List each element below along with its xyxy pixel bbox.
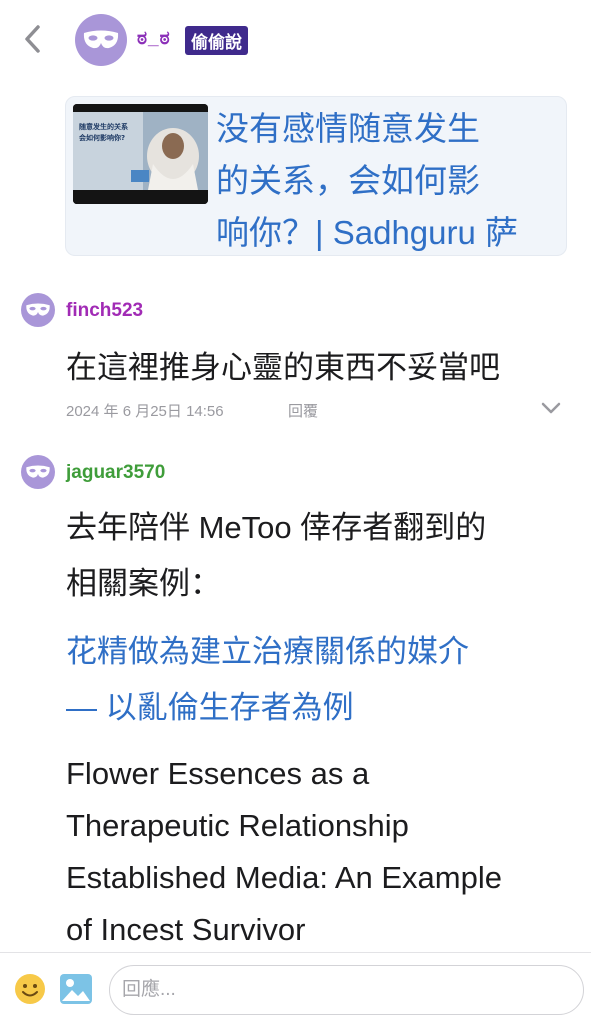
link-title-line: 没有感情随意发生 [216,110,480,147]
comment-avatar[interactable] [21,293,55,327]
image-icon [60,974,92,1004]
svg-text:随意发生的关系: 随意发生的关系 [79,122,128,131]
image-upload-button[interactable] [59,973,93,1005]
reply-bar [0,952,591,1024]
comment-avatar[interactable] [21,455,55,489]
english-line: of Incest Survivor [66,912,306,947]
comment-text-line: 去年陪伴 MeToo 倖存者翻到的 [66,510,487,545]
video-thumbnail: 随意发生的关系 会如何影响你? [73,104,208,204]
article-link-line: — 以亂倫生存者為例 [66,690,354,725]
reply-button[interactable]: 回覆 [288,400,318,421]
comment-date: 2024 年 6 月25日 14:56 [66,403,224,420]
comment-options-button[interactable] [540,398,562,418]
post-header: ಠ_ಠ 偷偷說 [0,0,591,80]
comment-text: 在這裡推身心靈的東西不妥當吧 [66,350,500,385]
comment-username[interactable]: jaguar3570 [66,462,165,484]
chevron-down-icon [541,402,561,414]
back-arrow-icon [25,25,40,53]
author-name[interactable]: ಠ_ಠ [137,28,171,50]
link-preview-card[interactable]: 随意发生的关系 会如何影响你? 没有感情随意发生 的关系，会如何影 响你？| S… [65,96,567,256]
comment-username[interactable]: finch523 [66,300,143,322]
emoji-icon [15,974,45,1004]
mask-icon [26,465,50,478]
reply-input[interactable] [109,965,584,1015]
article-link-line: 花精做為建立治療關係的媒介 [66,634,469,669]
link-title-line: 响你？| Sadhguru 萨 [216,214,519,251]
link-title[interactable]: 没有感情随意发生 的关系，会如何影 响你？| Sadhguru 萨 [216,103,556,259]
anonymous-badge: 偷偷說 [185,26,248,55]
emoji-button[interactable] [14,973,46,1005]
author-avatar[interactable] [75,14,127,66]
mask-icon [26,303,50,316]
comment-text: 去年陪伴 MeToo 倖存者翻到的 相關案例： [66,500,486,612]
article-link[interactable]: 花精做為建立治療關係的媒介 — 以亂倫生存者為例 [66,624,566,736]
comment-english-text: Flower Essences as a Therapeutic Relatio… [66,748,576,956]
english-line: Flower Essences as a [66,756,370,791]
svg-text:会如何影响你?: 会如何影响你? [79,133,125,142]
english-line: Established Media: An Example [66,860,502,895]
mask-icon [83,30,119,49]
back-button[interactable] [18,22,48,56]
english-line: Therapeutic Relationship [66,808,409,843]
link-title-line: 的关系，会如何影 [216,162,480,199]
comment-text-line: 相關案例： [66,566,221,601]
